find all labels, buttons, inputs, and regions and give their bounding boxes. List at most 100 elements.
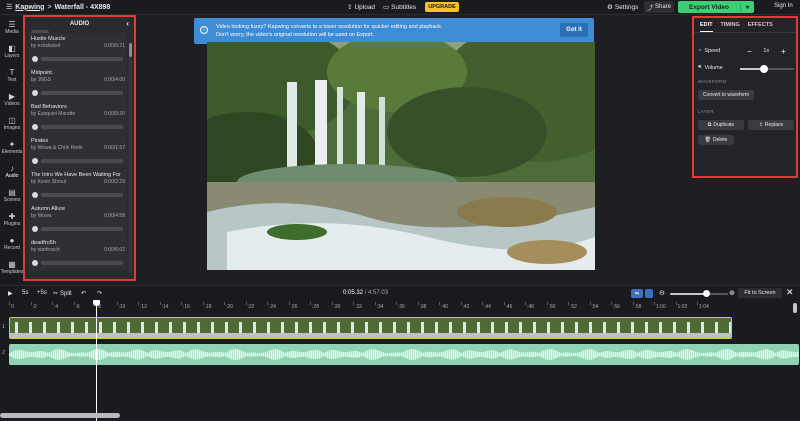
timeline-vertical-scrollbar[interactable] xyxy=(793,303,797,313)
delete-button[interactable]: 🗑︎ Delete xyxy=(698,135,734,145)
waveform-bar xyxy=(289,351,291,358)
sidebar-item-scenes[interactable]: ▤ Scenes xyxy=(0,183,24,207)
play-circle-icon[interactable] xyxy=(32,226,38,232)
waveform-bar xyxy=(255,352,257,357)
waveform-bar xyxy=(517,351,519,358)
audio-scroll-track[interactable] xyxy=(129,43,132,273)
waveform-bar xyxy=(751,352,753,357)
chevron-down-icon[interactable]: ▾ xyxy=(740,3,754,11)
close-timeline-icon[interactable]: ✕ xyxy=(786,287,794,298)
subtitles-button[interactable]: ▭ Subtitles xyxy=(383,3,416,12)
audio-progress-bar[interactable] xyxy=(41,57,123,61)
forward-5s-button[interactable]: +5s xyxy=(37,290,47,296)
snap-toggle-button[interactable]: ⇆ xyxy=(631,289,643,298)
sidebar-item-record[interactable]: ● Record xyxy=(0,231,24,255)
sidebar-item-images[interactable]: ◫ Images xyxy=(0,111,24,135)
filmstrip-frame xyxy=(52,318,66,338)
play-circle-icon[interactable] xyxy=(32,260,38,266)
audio-scroll-thumb[interactable] xyxy=(129,43,132,57)
audio-track-item[interactable]: Autumn Allure by Wowa 0:00/4:58 xyxy=(29,203,127,237)
playhead-line[interactable] xyxy=(96,302,97,421)
fit-to-screen-button[interactable]: Fit to Screen xyxy=(738,288,782,298)
duplicate-button[interactable]: ⧉ Duplicate xyxy=(698,120,744,130)
audio-track-item[interactable]: The Intro We Have Been Waiting For by Ke… xyxy=(29,169,127,203)
sidebar-item-plugins[interactable]: ✚ Plugins xyxy=(0,207,24,231)
filmstrip-frame xyxy=(108,318,122,338)
audio-progress-bar[interactable] xyxy=(41,227,123,231)
replace-button[interactable]: ⇪ Replace xyxy=(748,120,794,130)
waveform-bar xyxy=(465,351,467,358)
export-video-button[interactable]: Export Video ▾ xyxy=(678,1,754,13)
upload-button[interactable]: ⇪ Upload xyxy=(347,3,375,12)
waveform-bar xyxy=(203,351,205,358)
timeline-ruler[interactable]: 0:2:4:6:8:10:12:14:16:18:20:22:24:26:28:… xyxy=(0,302,800,312)
undo-icon[interactable]: ↶ xyxy=(81,290,86,297)
waveform-bar xyxy=(763,349,765,360)
sidebar-item-media[interactable]: ☰ Media xyxy=(0,15,24,39)
sidebar-item-elements[interactable]: ✦ Elements xyxy=(0,135,24,159)
play-circle-icon[interactable] xyxy=(32,158,38,164)
waveform-bar xyxy=(115,351,117,358)
speed-increase-button[interactable]: + xyxy=(777,46,789,56)
timeline-horizontal-scrollbar[interactable] xyxy=(0,413,120,418)
audio-clip[interactable] xyxy=(9,344,799,365)
zoom-out-icon[interactable]: ⊖ xyxy=(659,289,665,297)
video-preview[interactable] xyxy=(207,42,595,270)
upgrade-button[interactable]: UPGRADE xyxy=(425,2,459,12)
audio-progress-bar[interactable] xyxy=(41,193,123,197)
waveform-bar xyxy=(125,352,127,357)
audio-track-item[interactable]: deadfro5h by starfrosch 0:00/6:02 xyxy=(29,237,127,271)
waveform-bar xyxy=(797,351,799,358)
play-icon[interactable]: ▶ xyxy=(8,290,13,297)
audio-progress-bar[interactable] xyxy=(41,91,123,95)
split-button[interactable]: ✂ Split xyxy=(53,290,72,298)
waveform-bar xyxy=(361,352,363,357)
audio-track-item[interactable]: Pirates by Wowa & Chris Rede 0:00/1:57 xyxy=(29,135,127,169)
sidebar-item-layers[interactable]: ◧ Layers xyxy=(0,39,24,63)
zoom-in-icon[interactable]: ⊕ xyxy=(729,289,735,297)
waveform-bar xyxy=(423,352,425,357)
tab-effects[interactable]: EFFECTS xyxy=(748,22,773,32)
convert-to-waveform-button[interactable]: Convert to waveform xyxy=(698,90,754,100)
tab-timing[interactable]: TIMING xyxy=(721,22,740,32)
settings-button[interactable]: ⚙ Settings xyxy=(607,3,638,12)
waveform-bar xyxy=(615,352,617,357)
volume-slider-knob[interactable] xyxy=(760,65,769,73)
share-button[interactable]: ⤴ Share xyxy=(644,1,674,13)
audio-track-artist: by Wowa & Chris Rede xyxy=(31,145,83,151)
waveform-bar xyxy=(583,350,585,359)
sidebar-item-videos[interactable]: ▶ Videos xyxy=(0,87,24,111)
collapse-chevron-icon[interactable]: ‹ xyxy=(126,19,129,28)
magnet-toggle-button[interactable] xyxy=(645,289,653,298)
audio-progress-bar[interactable] xyxy=(41,125,123,129)
project-title[interactable]: Waterfall - 4X898 xyxy=(55,4,111,11)
sidebar-item-audio[interactable]: ♪ Audio xyxy=(0,159,24,183)
play-circle-icon[interactable] xyxy=(32,192,38,198)
audio-track-item[interactable]: Midpoint. by JNGS 0:00/4:00 xyxy=(29,67,127,101)
zoom-slider-knob[interactable] xyxy=(703,290,710,297)
redo-icon[interactable]: ↷ xyxy=(97,290,102,297)
sidebar-item-text[interactable]: T Text xyxy=(0,63,24,87)
info-icon: i xyxy=(200,26,208,34)
audio-track-item[interactable]: Hustle Muscle by eckskwisit 0:00/5:21 xyxy=(29,33,127,67)
back-5s-button[interactable]: 5s xyxy=(22,290,28,296)
waveform-bar xyxy=(213,352,215,357)
video-clip[interactable] xyxy=(9,317,732,339)
sign-in-link[interactable]: Sign In xyxy=(774,3,793,9)
playhead-handle[interactable] xyxy=(93,300,100,306)
audio-progress-bar[interactable] xyxy=(41,261,123,265)
play-circle-icon[interactable] xyxy=(32,124,38,130)
speed-decrease-button[interactable]: − xyxy=(743,46,755,56)
tab-edit[interactable]: EDIT xyxy=(700,22,713,32)
play-circle-icon[interactable] xyxy=(32,56,38,62)
play-circle-icon[interactable] xyxy=(32,90,38,96)
got-it-button[interactable]: Got it xyxy=(560,23,588,37)
kapwing-home-link[interactable]: Kapwing xyxy=(15,4,44,11)
audio-track-item[interactable]: Bad Behaviors by Ezequiel Marotte 0:00/9… xyxy=(29,101,127,135)
filmstrip-frame xyxy=(10,318,24,338)
split-label: Split xyxy=(60,290,72,297)
sidebar-item-templates[interactable]: ▦ Templates xyxy=(0,255,24,279)
hamburger-icon[interactable]: ☰ xyxy=(6,3,12,11)
waveform-bar xyxy=(745,351,747,358)
audio-progress-bar[interactable] xyxy=(41,159,123,163)
